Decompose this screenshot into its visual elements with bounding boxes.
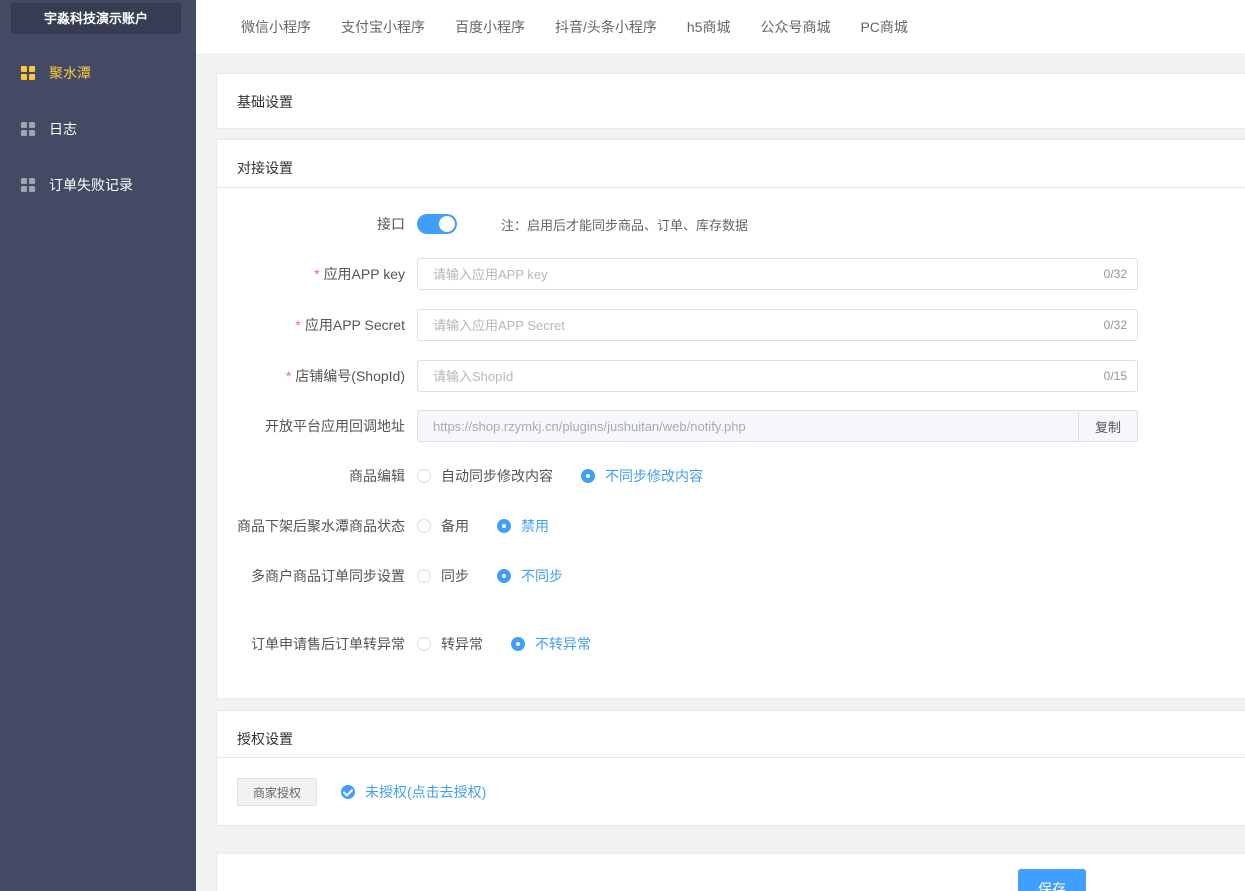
goods-edit-label: 商品编辑 (349, 468, 405, 484)
multi-merchant-option-nosync[interactable]: 不同步 (497, 566, 563, 586)
sidebar-item-label: 订单失败记录 (49, 177, 133, 193)
grid-icon (21, 178, 35, 192)
radio-dot (511, 637, 525, 651)
app-key-field: 0/32 (417, 258, 1138, 290)
radio-dot (417, 519, 431, 533)
sidebar-item-jushuitan[interactable]: 聚水潭 (0, 53, 196, 93)
sidebar-item-log[interactable]: 日志 (0, 109, 196, 149)
basic-settings-card: 基础设置 (216, 73, 1245, 129)
app-secret-count: 0/32 (1103, 318, 1127, 332)
sidebar-item-label: 聚水潭 (49, 65, 91, 81)
callback-row: 开放平台应用回调地址 复制 (217, 410, 1245, 442)
radio-dot (497, 519, 511, 533)
aftersale-row: 订单申请售后订单转异常 转异常 不转异常 (217, 628, 1245, 660)
callback-url-input (418, 411, 1058, 441)
platform-tabs: 微信小程序 支付宝小程序 百度小程序 抖音/头条小程序 h5商城 公众号商城 P… (196, 0, 1245, 53)
merchant-auth-button[interactable]: 商家授权 (237, 778, 317, 806)
tab-douyin-miniprogram[interactable]: 抖音/头条小程序 (555, 17, 657, 37)
multi-merchant-row: 多商户商品订单同步设置 同步 不同步 (217, 560, 1245, 592)
app-secret-input[interactable] (418, 310, 1058, 340)
multi-merchant-label: 多商户商品订单同步设置 (251, 568, 405, 584)
app-secret-row: *应用APP Secret 0/32 (217, 309, 1245, 341)
sidebar-item-failed-orders[interactable]: 订单失败记录 (0, 165, 196, 205)
offshelf-option-disabled[interactable]: 禁用 (497, 516, 549, 536)
copy-button[interactable]: 复制 (1078, 410, 1138, 442)
shop-id-count: 0/15 (1103, 369, 1127, 383)
save-bar (216, 853, 1245, 891)
sidebar: 宇淼科技演示账户 聚水潭 日志 订单失败记录 (0, 0, 196, 891)
radio-dot (417, 569, 431, 583)
docking-settings-card: 对接设置 接口 注：启用后才能同步商品、订单、库存数据 *应用APP key 0… (216, 139, 1245, 699)
interface-label: 接口 (377, 216, 405, 232)
docking-settings-title: 对接设置 (217, 140, 1245, 188)
radio-dot (417, 469, 431, 483)
goods-edit-row: 商品编辑 自动同步修改内容 不同步修改内容 (217, 460, 1245, 492)
shop-id-label: * 店铺编号(ShopId) (285, 368, 405, 384)
basic-settings-title: 基础设置 (237, 94, 293, 110)
tab-pc-mall[interactable]: PC商城 (860, 17, 907, 37)
shop-id-input[interactable] (418, 361, 1058, 391)
app-secret-label: * 应用APP Secret (295, 317, 405, 333)
shop-id-field: 0/15 (417, 360, 1138, 392)
interface-row: 接口 注：启用后才能同步商品、订单、库存数据 (217, 208, 1245, 240)
tab-wechat-miniprogram[interactable]: 微信小程序 (241, 17, 311, 37)
app-key-label: * 应用APP key (314, 266, 405, 282)
app-key-count: 0/32 (1103, 267, 1127, 281)
app-key-input[interactable] (418, 259, 1058, 289)
save-button[interactable]: 保存 (1018, 869, 1086, 891)
interface-note: 注：启用后才能同步商品、订单、库存数据 (501, 217, 749, 233)
interface-toggle[interactable] (417, 214, 457, 234)
offshelf-row: 商品下架后聚水潭商品状态 备用 禁用 (217, 510, 1245, 542)
auth-settings-card: 授权设置 商家授权 未授权(点击去授权) (216, 710, 1245, 826)
offshelf-option-standby[interactable]: 备用 (417, 516, 469, 536)
multi-merchant-option-sync[interactable]: 同步 (417, 566, 469, 586)
shop-id-row: *店铺编号(ShopId) 0/15 (217, 360, 1245, 392)
goods-edit-option-nosync[interactable]: 不同步修改内容 (581, 466, 703, 486)
grid-icon (21, 122, 35, 136)
check-circle-icon (341, 785, 355, 799)
callback-label: 开放平台应用回调地址 (265, 418, 405, 434)
radio-dot (581, 469, 595, 483)
radio-dot (417, 637, 431, 651)
sidebar-item-label: 日志 (49, 121, 77, 137)
app-secret-field: 0/32 (417, 309, 1138, 341)
radio-dot (497, 569, 511, 583)
auth-status-link[interactable]: 未授权(点击去授权) (341, 778, 486, 806)
goods-edit-option-sync[interactable]: 自动同步修改内容 (417, 466, 553, 486)
tab-official-account-mall[interactable]: 公众号商城 (760, 17, 830, 37)
aftersale-option-abnormal[interactable]: 转异常 (417, 634, 483, 654)
offshelf-label: 商品下架后聚水潭商品状态 (237, 518, 405, 534)
tab-h5-mall[interactable]: h5商城 (687, 17, 731, 37)
auth-settings-title: 授权设置 (217, 711, 1245, 758)
grid-icon (21, 66, 35, 80)
app-key-row: *应用APP key 0/32 (217, 258, 1245, 290)
aftersale-option-normal[interactable]: 不转异常 (511, 634, 591, 654)
callback-field: 复制 (417, 410, 1138, 442)
tab-baidu-miniprogram[interactable]: 百度小程序 (455, 17, 525, 37)
aftersale-label: 订单申请售后订单转异常 (251, 636, 405, 652)
tab-alipay-miniprogram[interactable]: 支付宝小程序 (341, 17, 425, 37)
account-name[interactable]: 宇淼科技演示账户 (11, 3, 181, 34)
